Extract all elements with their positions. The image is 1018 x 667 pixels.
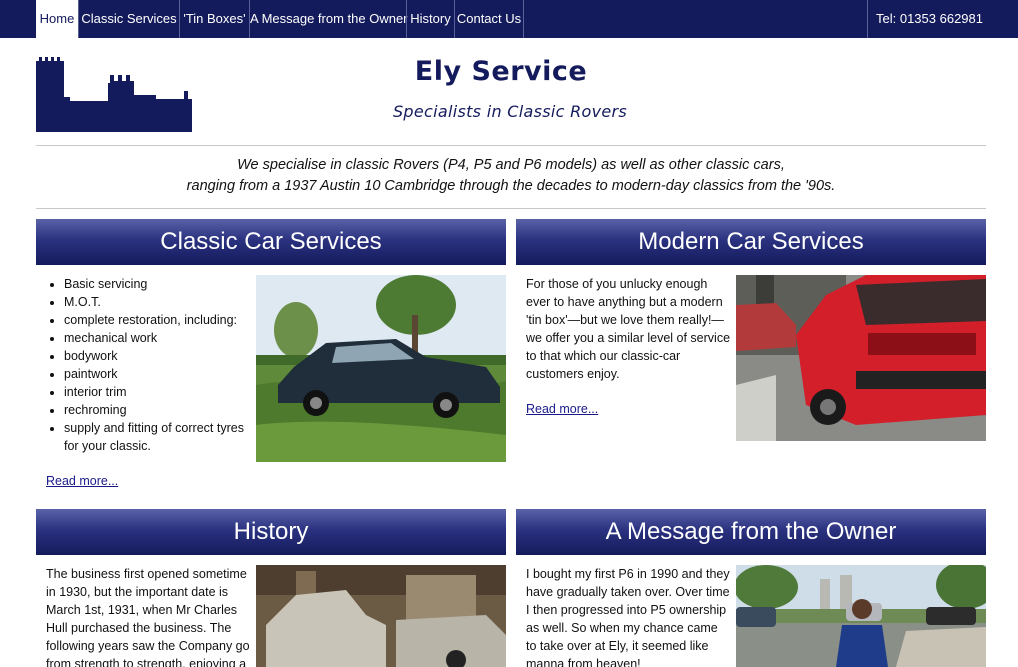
intro-line-2: ranging from a 1937 Austin 10 Cambridge …	[186, 178, 836, 194]
modern-services-text: For those of you unlucky enough ever to …	[526, 277, 731, 381]
site-subtitle: Specialists in Classic Rovers	[392, 102, 628, 121]
nav-contact-us[interactable]: Contact Us	[454, 0, 524, 38]
telephone-number: Tel: 01353 662981	[867, 0, 1018, 38]
list-item: supply and fitting of correct tyres for …	[64, 419, 246, 455]
classic-services-list: Basic servicing M.O.T. complete restorat…	[46, 275, 246, 455]
list-item: complete restoration, including:	[64, 311, 246, 329]
site-title: Ely Service	[414, 56, 588, 87]
cathedral-logo[interactable]	[36, 55, 192, 132]
modern-services-heading: Modern Car Services	[516, 219, 986, 265]
list-item: paintwork	[64, 365, 246, 383]
nav-home[interactable]: Home	[36, 0, 78, 38]
divider	[36, 145, 986, 146]
classic-rover-photo	[256, 275, 506, 462]
classic-read-more-link[interactable]: Read more...	[46, 474, 118, 488]
list-item: mechanical work	[64, 329, 246, 347]
list-item: interior trim	[64, 383, 246, 401]
nav-history[interactable]: History	[406, 0, 454, 38]
nav-message-from-owner[interactable]: A Message from the Owner	[249, 0, 408, 38]
intro-text: We specialise in classic Rovers (P4, P5 …	[36, 155, 986, 197]
history-text: The business first opened sometime in 19…	[46, 567, 250, 667]
list-item: Basic servicing	[64, 275, 246, 293]
nav-tin-boxes[interactable]: 'Tin Boxes'	[179, 0, 249, 38]
modern-red-car-photo	[736, 275, 986, 441]
list-item: bodywork	[64, 347, 246, 365]
list-item: rechroming	[64, 401, 246, 419]
intro-line-1: We specialise in classic Rovers (P4, P5 …	[237, 157, 785, 173]
classic-services-heading: Classic Car Services	[36, 219, 506, 265]
list-item: M.O.T.	[64, 293, 246, 311]
nav-classic-services[interactable]: Classic Services	[78, 0, 179, 38]
owner-message-heading: A Message from the Owner	[516, 509, 986, 555]
history-garage-photo	[256, 565, 506, 667]
divider	[36, 208, 986, 209]
owner-message-text: I bought my first P6 in 1990 and they ha…	[526, 567, 730, 667]
top-navigation: Home Classic Services 'Tin Boxes' A Mess…	[0, 0, 1018, 38]
owner-photo	[736, 565, 986, 667]
history-heading: History	[36, 509, 506, 555]
modern-read-more-link[interactable]: Read more...	[526, 402, 598, 416]
